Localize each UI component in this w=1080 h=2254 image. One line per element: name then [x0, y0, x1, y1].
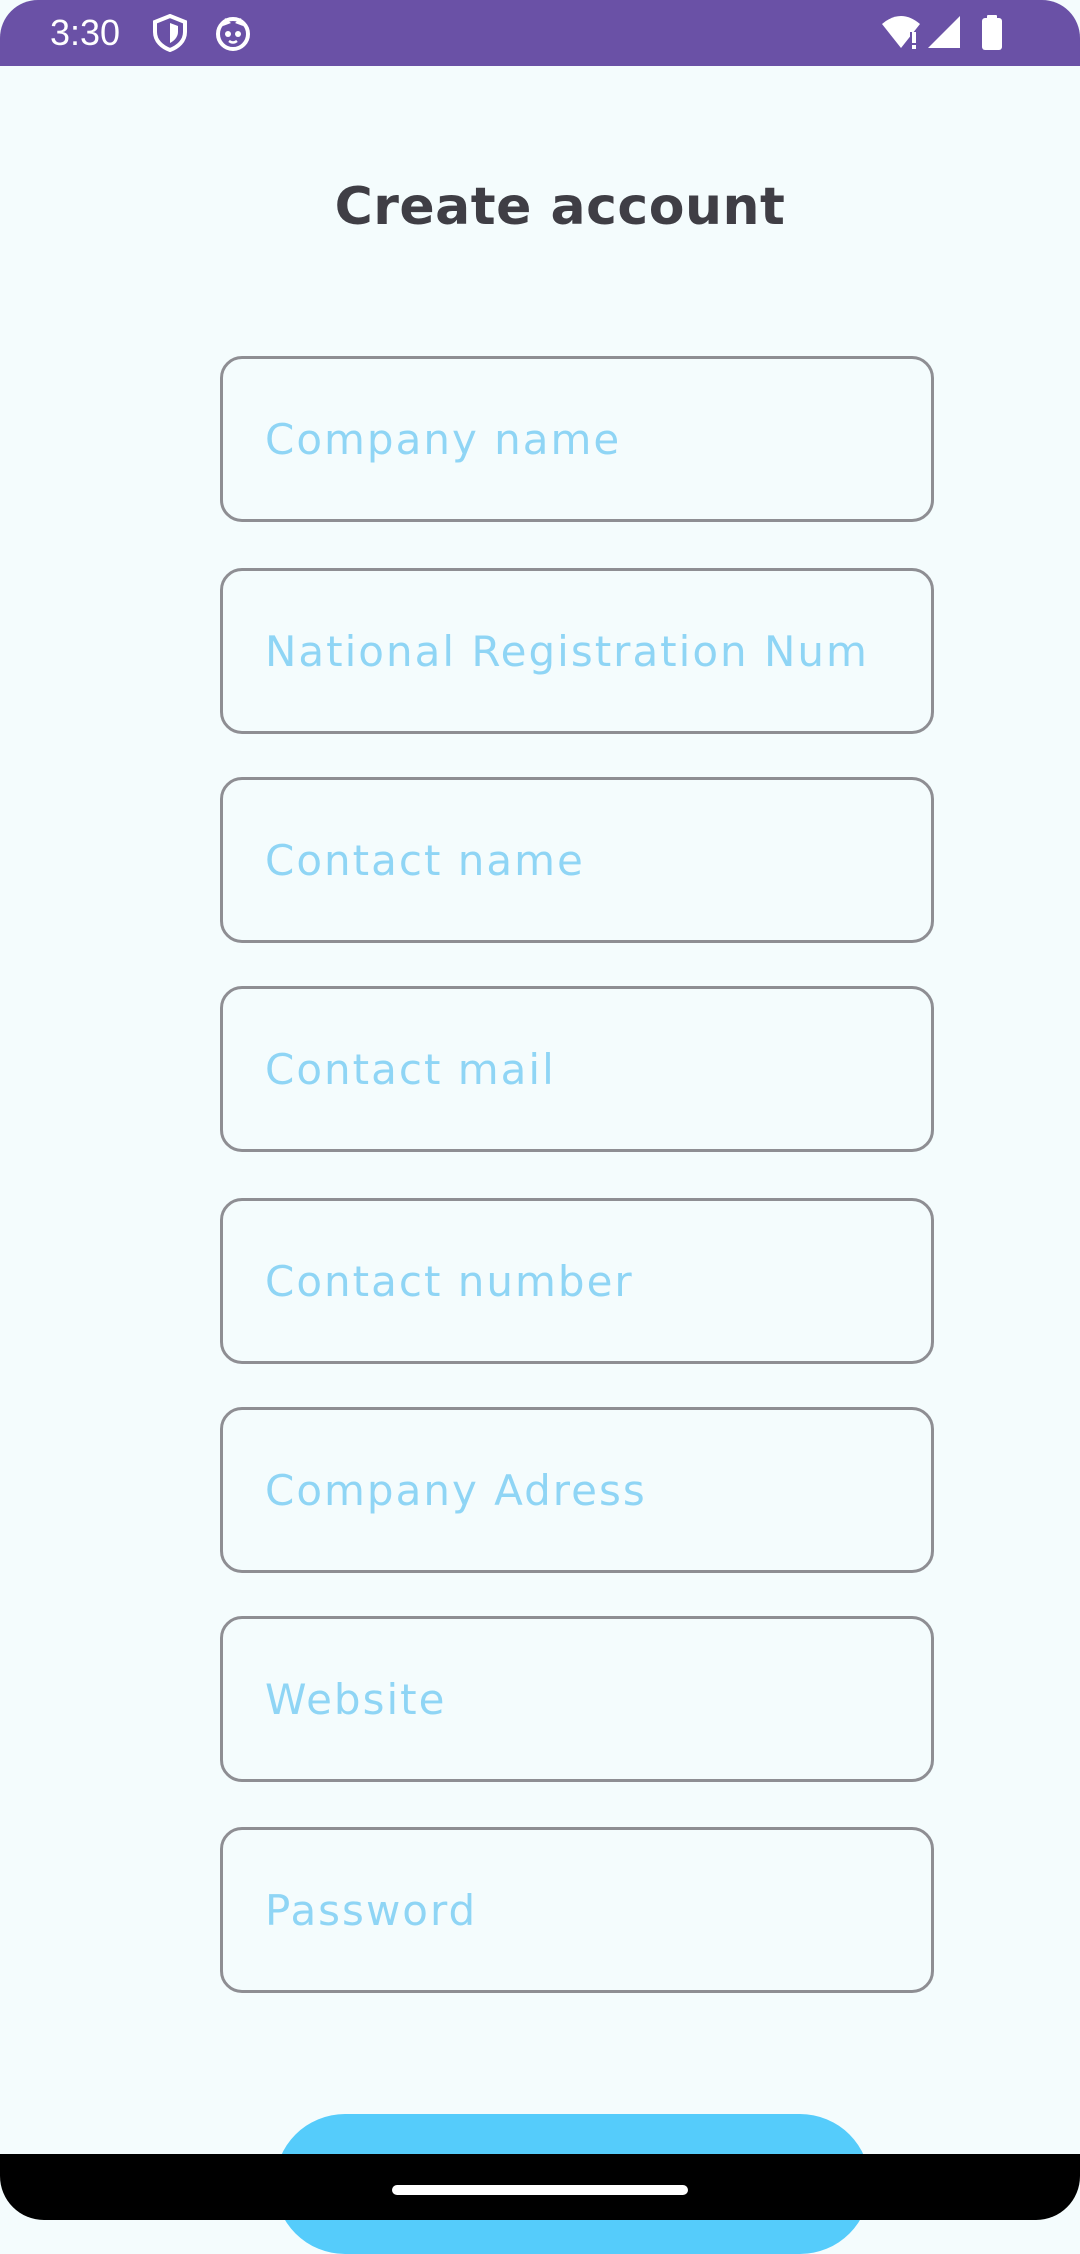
website-field	[220, 1616, 934, 1782]
website-input[interactable]	[265, 1619, 905, 1779]
navigation-bar	[0, 2154, 1080, 2220]
contact-name-field	[220, 777, 934, 943]
password-input[interactable]	[265, 1830, 905, 1990]
wifi-alert-icon	[880, 14, 920, 52]
national-registration-number-input[interactable]	[265, 571, 905, 731]
password-field	[220, 1827, 934, 1993]
status-time: 3:30	[50, 12, 121, 53]
page-title: Create account	[334, 177, 786, 237]
contact-mail-input[interactable]	[265, 989, 905, 1149]
signal-icon	[926, 14, 966, 52]
cat-face-icon	[214, 14, 254, 52]
contact-mail-field	[220, 986, 934, 1152]
status-bar: 3:30	[0, 0, 1080, 66]
national-registration-number-field	[220, 568, 934, 734]
contact-name-input[interactable]	[265, 780, 905, 940]
company-name-field	[220, 356, 934, 522]
company-address-field	[220, 1407, 934, 1573]
home-indicator[interactable]	[392, 2185, 688, 2195]
battery-icon	[980, 14, 1020, 52]
shield-icon	[152, 14, 192, 52]
contact-number-field	[220, 1198, 934, 1364]
company-address-input[interactable]	[265, 1410, 905, 1570]
company-name-input[interactable]	[265, 359, 905, 519]
contact-number-input[interactable]	[265, 1201, 905, 1361]
